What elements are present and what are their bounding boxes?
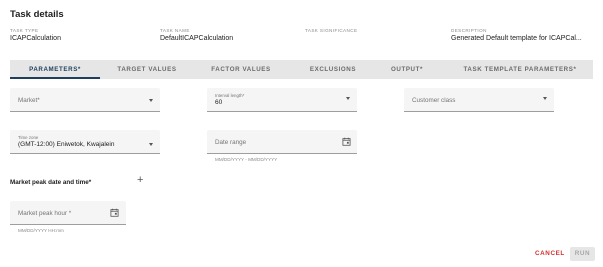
market-peak-hour-placeholder: Market peak hour *	[18, 210, 72, 217]
calendar-icon[interactable]	[110, 208, 119, 217]
chevron-down-icon	[543, 97, 547, 100]
meta-value: DefaultICAPCalculation	[160, 35, 234, 42]
chevron-down-icon	[346, 97, 350, 100]
market-placeholder: Market*	[18, 97, 40, 104]
time-zone-label: Time zone	[18, 135, 39, 140]
chevron-down-icon	[149, 143, 153, 146]
date-range-hint: MM/DD/YYYY - MM/DD/YYYY	[215, 157, 278, 162]
market-peak-hint: MM/DD/YYYY HH:mm	[18, 228, 64, 233]
date-range-placeholder: Date range	[215, 139, 247, 146]
meta-value: Generated Default template for ICAPCal..…	[451, 35, 582, 42]
cancel-button[interactable]: CANCEL	[535, 250, 565, 257]
time-zone-select[interactable]: Time zone (GMT-12:00) Eniwetok, Kwajalei…	[10, 130, 160, 154]
chevron-down-icon	[149, 99, 153, 102]
page-title: Task details	[10, 9, 64, 20]
date-range-input[interactable]: Date range	[207, 130, 357, 154]
meta-task-significance: TASK SIGNIFICANCE	[305, 28, 445, 34]
customer-class-select[interactable]: Customer class	[404, 88, 554, 112]
market-select[interactable]: Market*	[10, 88, 160, 112]
tab-target-values[interactable]: TARGET VALUES	[106, 60, 188, 79]
meta-task-name: TASK NAME DefaultICAPCalculation	[160, 28, 300, 44]
market-peak-label: Market peak date and time*	[10, 179, 92, 186]
meta-label: TASK SIGNIFICANCE	[305, 28, 358, 33]
time-zone-value: (GMT-12:00) Eniwetok, Kwajalein	[18, 141, 115, 148]
calendar-icon[interactable]	[342, 137, 351, 146]
plus-icon[interactable]: +	[137, 175, 143, 186]
interval-length-select[interactable]: Interval length* 60	[207, 88, 357, 112]
active-tab-indicator	[10, 77, 100, 79]
customer-class-placeholder: Customer class	[412, 97, 456, 104]
market-peak-hour-input[interactable]: Market peak hour *	[10, 201, 126, 225]
tab-output[interactable]: OUTPUT*	[374, 60, 440, 79]
run-button[interactable]: RUN	[570, 247, 595, 261]
interval-length-value: 60	[215, 99, 223, 106]
meta-description: DESCRIPTION Generated Default template f…	[451, 28, 591, 44]
meta-task-type: TASK TYPE ICAPCalculation	[10, 28, 150, 44]
tab-factor-values[interactable]: FACTOR VALUES	[200, 60, 282, 79]
meta-value: ICAPCalculation	[10, 35, 61, 42]
tab-task-template-parameters[interactable]: TASK TEMPLATE PARAMETERS*	[450, 60, 590, 79]
tab-exclusions[interactable]: EXCLUSIONS	[292, 60, 374, 79]
interval-length-label: Interval length*	[215, 93, 245, 98]
